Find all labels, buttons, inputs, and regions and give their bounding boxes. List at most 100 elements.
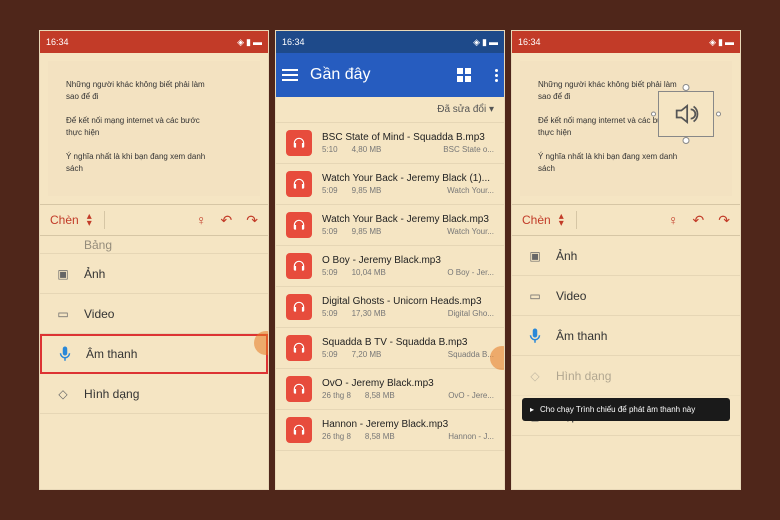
microphone-icon <box>56 345 74 363</box>
file-subtitle: Hannon - J... <box>448 432 494 441</box>
tab-insert[interactable]: Chèn <box>50 213 79 227</box>
menu-item-audio[interactable]: Âm thanh <box>40 334 268 374</box>
file-subtitle: BSC State o... <box>443 145 494 154</box>
redo-icon[interactable]: ↷ <box>718 212 730 229</box>
table-icon <box>54 236 72 254</box>
file-size: 8,58 MB <box>365 432 395 441</box>
battery-icon: ▬ <box>489 37 498 47</box>
file-name: Watch Your Back - Jeremy Black (1)... <box>322 173 494 184</box>
file-name: Digital Ghosts - Unicorn Heads.mp3 <box>322 296 494 307</box>
redo-icon[interactable]: ↷ <box>246 212 258 229</box>
menu-item-table[interactable]: Bảng <box>40 236 268 254</box>
tab-switcher[interactable]: ▴▾ <box>559 213 564 227</box>
file-item[interactable]: Squadda B TV - Squadda B.mp3 5:09 7,20 M… <box>276 328 504 369</box>
lightbulb-icon[interactable]: ♀ <box>668 212 679 228</box>
file-duration: 5:09 <box>322 350 338 359</box>
sort-dropdown[interactable]: Đã sửa đổi ▾ <box>276 97 504 123</box>
file-duration: 26 thg 8 <box>322 432 351 441</box>
file-duration: 5:09 <box>322 186 338 195</box>
file-name: Hannon - Jeremy Black.mp3 <box>322 419 494 430</box>
menu-item-image[interactable]: ▣ Ảnh <box>512 236 740 276</box>
video-icon: ▭ <box>526 287 544 305</box>
undo-icon[interactable]: ↶ <box>221 212 233 229</box>
file-size: 7,20 MB <box>352 350 382 359</box>
file-item[interactable]: Watch Your Back - Jeremy Black (1)... 5:… <box>276 164 504 205</box>
file-size: 8,58 MB <box>365 391 395 400</box>
menu-item-audio[interactable]: Âm thanh <box>512 316 740 356</box>
tab-insert[interactable]: Chèn <box>522 213 551 227</box>
file-duration: 5:10 <box>322 145 338 154</box>
file-subtitle: Watch Your... <box>447 186 494 195</box>
shapes-icon: ◇ <box>54 385 72 403</box>
battery-icon: ▬ <box>725 37 734 47</box>
audio-file-icon <box>286 130 312 156</box>
file-name: O Boy - Jeremy Black.mp3 <box>322 255 494 266</box>
insert-menu: Bảng ▣ Ảnh ▭ Video Âm thanh ◇ Hình dạng <box>40 236 268 489</box>
status-time: 16:34 <box>282 37 305 47</box>
menu-item-video[interactable]: ▭ Video <box>40 294 268 334</box>
file-size: 9,85 MB <box>352 227 382 236</box>
audio-file-icon <box>286 171 312 197</box>
file-name: Squadda B TV - Squadda B.mp3 <box>322 337 494 348</box>
audio-file-icon <box>286 417 312 443</box>
cast-icon: ◈ <box>473 37 480 48</box>
ribbon-tab-bar: Chèn ▴▾ ♀ ↶ ↷ <box>512 204 740 236</box>
audio-file-icon <box>286 294 312 320</box>
status-bar: 16:34 ◈ ▮ ▬ <box>276 31 504 53</box>
file-name: Watch Your Back - Jeremy Black.mp3 <box>322 214 494 225</box>
file-size: 17,30 MB <box>352 309 386 318</box>
file-name: BSC State of Mind - Squadda B.mp3 <box>322 132 494 143</box>
microphone-icon <box>526 327 544 345</box>
hamburger-icon[interactable] <box>282 69 298 81</box>
shapes-icon: ◇ <box>526 367 544 385</box>
menu-item-video[interactable]: ▭ Video <box>512 276 740 316</box>
audio-file-icon <box>286 376 312 402</box>
phone-screenshot-1: 16:34 ◈ ▮ ▬ Những người khác không biết … <box>39 30 269 490</box>
menu-item-image[interactable]: ▣ Ảnh <box>40 254 268 294</box>
image-icon: ▣ <box>526 247 544 265</box>
status-bar: 16:34 ◈ ▮ ▬ <box>40 31 268 53</box>
file-name: OvO - Jeremy Black.mp3 <box>322 378 494 389</box>
more-icon[interactable] <box>495 69 498 82</box>
grid-view-icon[interactable] <box>457 68 471 82</box>
file-item[interactable]: OvO - Jeremy Black.mp3 26 thg 8 8,58 MB … <box>276 369 504 410</box>
status-time: 16:34 <box>518 37 541 47</box>
file-subtitle: Watch Your... <box>447 227 494 236</box>
slide-text: Những người khác không biết phải làm sao… <box>66 79 216 175</box>
image-icon: ▣ <box>54 265 72 283</box>
file-subtitle: Squadda B... <box>448 350 494 359</box>
file-item[interactable]: Watch Your Back - Jeremy Black.mp3 5:09 … <box>276 205 504 246</box>
chevron-down-icon: ▾ <box>489 104 494 115</box>
menu-item-shape[interactable]: ◇ Hình dạng <box>512 356 740 396</box>
file-duration: 26 thg 8 <box>322 391 351 400</box>
battery-icon: ▬ <box>253 37 262 47</box>
phone-screenshot-2: 16:34 ◈ ▮ ▬ Gần đây Đã sửa đổi ▾ BSC Sta… <box>275 30 505 490</box>
video-icon: ▭ <box>54 305 72 323</box>
status-bar: 16:34 ◈ ▮ ▬ <box>512 31 740 53</box>
menu-item-shape[interactable]: ◇ Hình dạng <box>40 374 268 414</box>
file-subtitle: Digital Gho... <box>448 309 494 318</box>
audio-file-icon <box>286 253 312 279</box>
lightbulb-icon[interactable]: ♀ <box>196 212 207 228</box>
picker-title: Gần đây <box>310 66 445 84</box>
slide-canvas[interactable]: Những người khác không biết phải làm sao… <box>520 61 732 196</box>
file-subtitle: O Boy - Jer... <box>447 268 494 277</box>
file-item[interactable]: BSC State of Mind - Squadda B.mp3 5:10 4… <box>276 123 504 164</box>
ribbon-tab-bar: Chèn ▴▾ ♀ ↶ ↷ <box>40 204 268 236</box>
slide-canvas[interactable]: Những người khác không biết phải làm sao… <box>48 61 260 196</box>
file-duration: 5:09 <box>322 268 338 277</box>
audio-object[interactable] <box>658 91 714 137</box>
insert-menu: ▣ Ảnh ▭ Video Âm thanh ◇ Hình dạng A̲ Hộ… <box>512 236 740 489</box>
tab-switcher[interactable]: ▴▾ <box>87 213 92 227</box>
file-size: 10,04 MB <box>352 268 386 277</box>
signal-icon: ▮ <box>718 37 723 48</box>
file-item[interactable]: Hannon - Jeremy Black.mp3 26 thg 8 8,58 … <box>276 410 504 451</box>
file-size: 9,85 MB <box>352 186 382 195</box>
signal-icon: ▮ <box>482 37 487 48</box>
file-item[interactable]: O Boy - Jeremy Black.mp3 5:09 10,04 MB O… <box>276 246 504 287</box>
playback-tooltip: ▸ Cho chạy Trình chiếu để phát âm thanh … <box>522 398 730 421</box>
undo-icon[interactable]: ↶ <box>693 212 705 229</box>
signal-icon: ▮ <box>246 37 251 48</box>
audio-file-icon <box>286 335 312 361</box>
file-item[interactable]: Digital Ghosts - Unicorn Heads.mp3 5:09 … <box>276 287 504 328</box>
